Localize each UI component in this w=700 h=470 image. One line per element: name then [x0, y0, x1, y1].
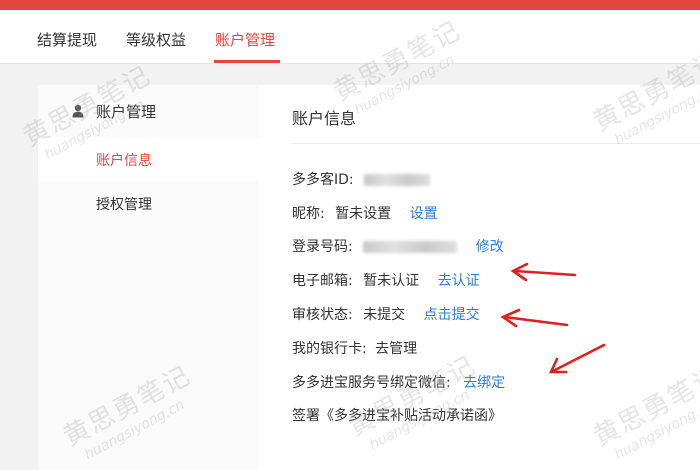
row-login-number: 登录号码: 修改 [292, 236, 504, 256]
bank-label: 我的银行卡: [292, 341, 367, 357]
row-wechat-binding: 多多进宝服务号绑定微信: 去绑定 [292, 372, 505, 392]
wechat-label: 多多进宝服务号绑定微信: [292, 375, 451, 391]
login-label: 登录号码: [292, 239, 353, 255]
row-email: 电子邮箱: 暂未认证 去认证 [292, 270, 480, 290]
sidebar-item-label: 授权管理 [96, 197, 152, 213]
row-sign-agreement: 签署《多多进宝补贴活动承诺函》 [292, 405, 502, 425]
set-nickname-link[interactable]: 设置 [410, 203, 438, 223]
page-title: 账户信息 [292, 109, 357, 128]
id-label: 多多客ID: [292, 172, 354, 188]
main-panel: 账户信息 多多客ID: 昵称: 暂未设置 设置 登录号码: 修改 电子邮箱: 暂… [259, 85, 700, 470]
login-value-redacted [363, 241, 458, 253]
audit-label: 审核状态: [292, 307, 353, 323]
tab-account-management[interactable]: 账户管理 [215, 29, 275, 50]
bind-wechat-link[interactable]: 去绑定 [463, 372, 505, 392]
nickname-label: 昵称: [292, 206, 325, 222]
row-bank-card: 我的银行卡: 去管理 [292, 338, 417, 358]
id-value-redacted [364, 174, 431, 186]
submit-audit-link[interactable]: 点击提交 [424, 304, 480, 324]
active-tab-indicator [214, 60, 280, 63]
sidebar-item-label: 账户信息 [96, 153, 152, 169]
email-label: 电子邮箱: [292, 273, 353, 289]
modify-login-link[interactable]: 修改 [476, 236, 504, 256]
row-audit-status: 审核状态: 未提交 点击提交 [292, 304, 480, 324]
nickname-value: 暂未设置 [335, 206, 392, 222]
tab-level-benefits[interactable]: 等级权益 [126, 29, 186, 50]
sidebar-title: 账户管理 [96, 103, 157, 121]
sign-agreement-link[interactable]: 签署《多多进宝补贴活动承诺函》 [292, 405, 502, 425]
sidebar-item-authorization[interactable]: 授权管理 [38, 181, 259, 225]
top-brand-bar [0, 0, 700, 10]
row-nickname: 昵称: 暂未设置 设置 [292, 203, 438, 223]
verify-email-link[interactable]: 去认证 [438, 270, 480, 290]
divider [292, 143, 700, 144]
row-duoduoke-id: 多多客ID: [292, 169, 431, 189]
email-value: 暂未认证 [363, 273, 420, 289]
audit-value: 未提交 [363, 307, 406, 323]
person-icon [72, 104, 84, 118]
sidebar-item-account-info[interactable]: 账户信息 [38, 137, 259, 181]
sidebar: 账户管理 账户信息 授权管理 [38, 85, 259, 470]
tab-settlement[interactable]: 结算提现 [37, 29, 97, 50]
top-tabs: 结算提现 等级权益 账户管理 [0, 10, 700, 64]
manage-bank-link[interactable]: 去管理 [375, 338, 417, 358]
